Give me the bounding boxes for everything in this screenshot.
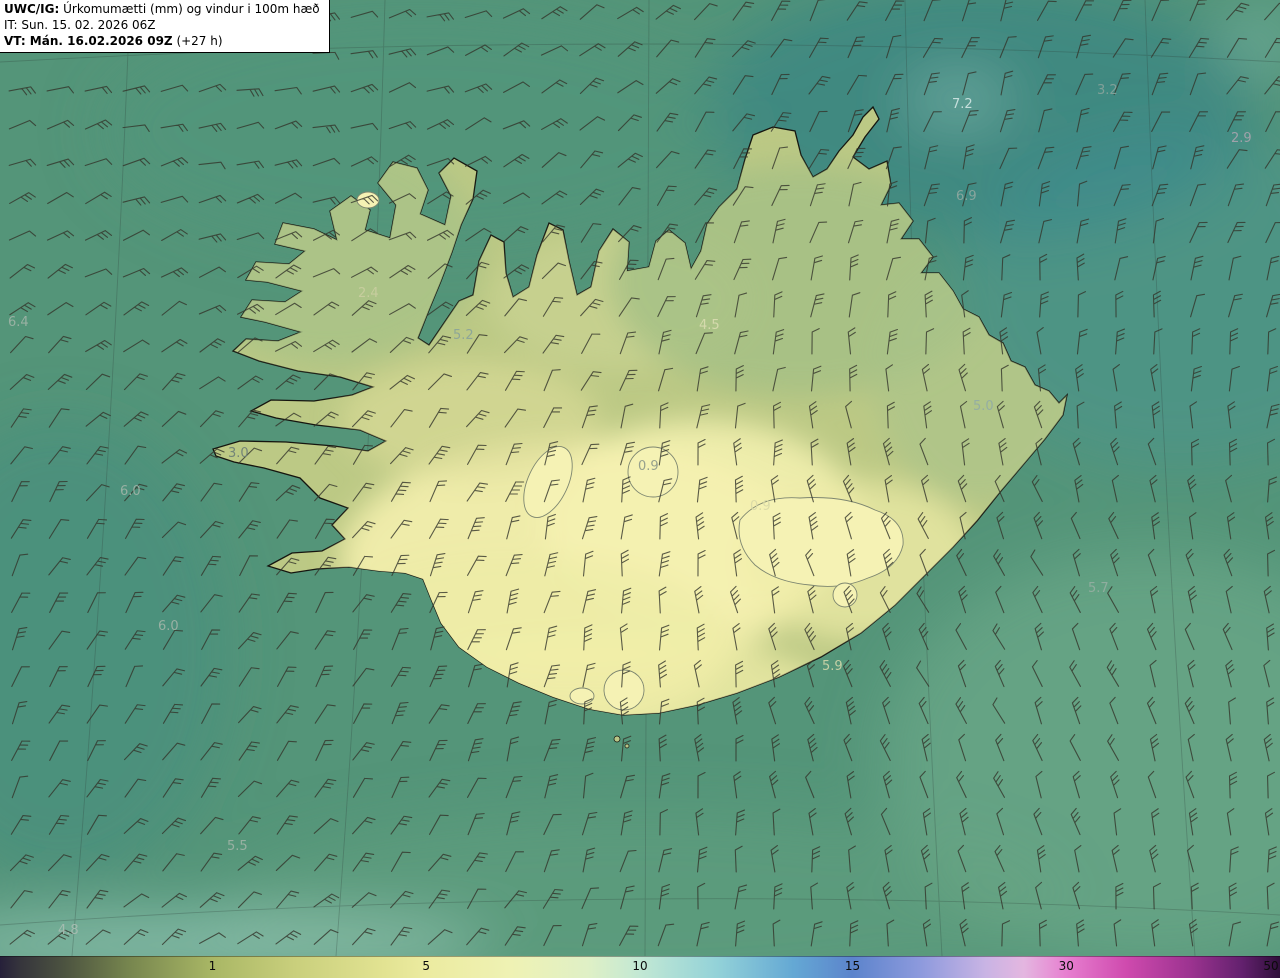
value-label: 6.4 bbox=[8, 315, 29, 330]
title-line-model: UWC/IG: Úrkomumætti (mm) og vindur i 100… bbox=[4, 2, 320, 18]
weather-map-app: 7.2 3.2 2.9 6.9 2.4 6.4 5.2 4.5 5.0 3.0 6.0 0.9 0.9 5… bbox=[0, 0, 1280, 978]
value-label: 5.2 bbox=[453, 328, 474, 343]
valid-value: Mán. 16.02.2026 09Z bbox=[25, 33, 173, 48]
glacier-eyjafjallajokull bbox=[569, 687, 595, 705]
colorbar-tick-label: 50 bbox=[1263, 959, 1279, 973]
value-label: 5.9 bbox=[822, 659, 843, 674]
title-line-init: IT: Sun. 15. 02. 2026 06Z bbox=[4, 18, 320, 34]
colorbar-tick-label: 1 bbox=[208, 959, 217, 973]
map-canvas: 7.2 3.2 2.9 6.9 2.4 6.4 5.2 4.5 5.0 3.0 6.0 0.9 0.9 5… bbox=[0, 0, 1280, 956]
value-label: 5.7 bbox=[1088, 581, 1109, 596]
value-label: 5.0 bbox=[973, 399, 994, 414]
title-line-valid: VT: Mán. 16.02.2026 09Z (+27 h) bbox=[4, 34, 320, 50]
colorbar-tick-label: 5 bbox=[422, 959, 431, 973]
value-label: 4.5 bbox=[699, 318, 720, 333]
value-label: 2.9 bbox=[1231, 131, 1252, 146]
init-label: IT: bbox=[4, 17, 18, 32]
value-label: 3.2 bbox=[1097, 83, 1118, 98]
init-value: Sun. 15. 02. 2026 06Z bbox=[17, 17, 156, 32]
value-label: 4.8 bbox=[58, 923, 79, 938]
value-label: 2.4 bbox=[358, 286, 379, 301]
model-label: UWC/IG: bbox=[4, 2, 60, 16]
value-label: 0.9 bbox=[750, 499, 771, 514]
colorbar-tick-label: 30 bbox=[1058, 959, 1074, 973]
model-title: Úrkomumætti (mm) og vindur i 100m hæð bbox=[59, 2, 320, 16]
value-label: 3.0 bbox=[228, 446, 249, 461]
valid-suffix: (+27 h) bbox=[172, 33, 223, 48]
valid-label: VT: bbox=[4, 33, 26, 48]
value-label: 6.0 bbox=[120, 484, 141, 499]
value-label: 6.0 bbox=[158, 619, 179, 634]
colorbar-tick-label: 10 bbox=[632, 959, 648, 973]
precipitation-colorbar: 1 5 10 15 30 50 bbox=[0, 956, 1280, 978]
value-label: 5.5 bbox=[227, 839, 248, 854]
value-label: 6.9 bbox=[956, 189, 977, 204]
value-label: 0.9 bbox=[638, 459, 659, 474]
map-title-box: UWC/IG: Úrkomumætti (mm) og vindur i 100… bbox=[0, 0, 330, 54]
colorbar-tick-label: 15 bbox=[844, 959, 861, 973]
value-label: 7.2 bbox=[952, 97, 973, 112]
